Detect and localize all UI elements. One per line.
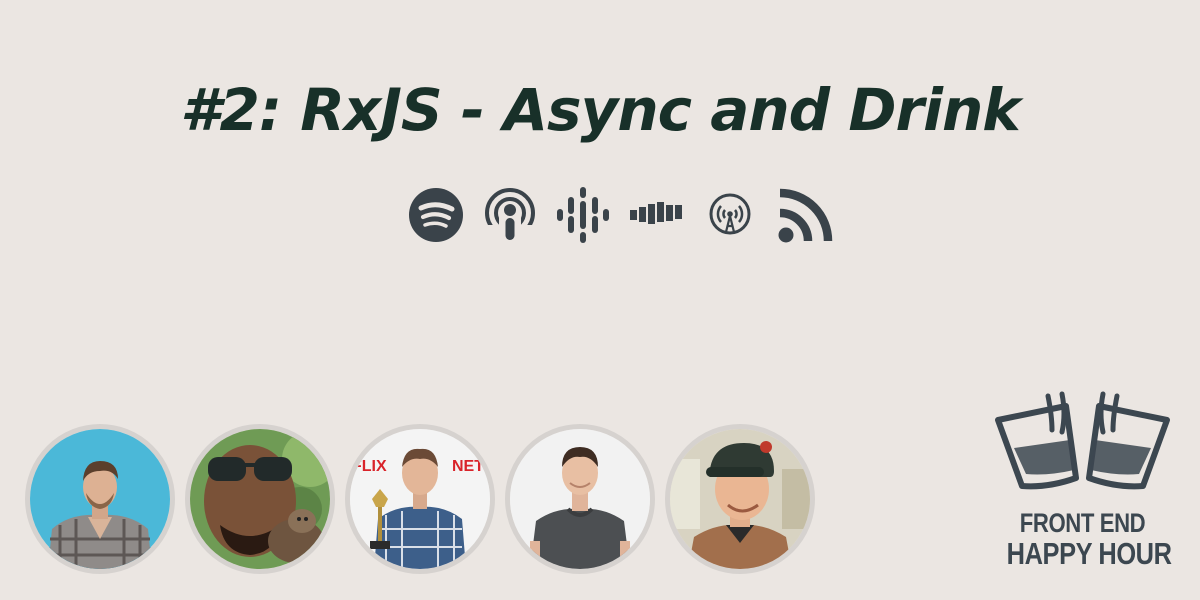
overcast-icon <box>709 193 751 235</box>
platform-links <box>405 184 845 246</box>
panelists: FLIX NETF <box>25 424 825 574</box>
apple-podcasts-link[interactable] <box>483 187 537 247</box>
panelist-avatar: FLIX NETF <box>345 424 495 574</box>
google-podcasts-icon <box>557 187 609 243</box>
spotify-icon <box>409 188 463 242</box>
logo-text-line1: FRONT END <box>1019 508 1146 538</box>
episode-title: #2: RxJS - Async and Drink <box>180 76 1021 144</box>
castbox-link[interactable] <box>629 200 687 232</box>
panelist-avatar <box>25 424 175 574</box>
logo-text-line2: HAPPY HOUR <box>1006 536 1172 571</box>
rss-icon <box>778 188 833 243</box>
overcast-link[interactable] <box>708 192 752 240</box>
svg-text:FLIX: FLIX <box>352 458 387 475</box>
svg-text:NETF: NETF <box>452 458 490 475</box>
panelist-avatar <box>505 424 655 574</box>
apple-podcasts-icon <box>485 188 535 241</box>
rss-link[interactable] <box>778 187 834 247</box>
google-podcasts-link[interactable] <box>555 186 611 248</box>
front-end-happy-hour-logo: FRONT END HAPPY HOUR <box>990 390 1175 580</box>
castbox-icon <box>630 202 682 224</box>
panelist-avatar <box>185 424 335 574</box>
spotify-link[interactable] <box>408 187 464 247</box>
glasses-logo-icon <box>995 391 1170 490</box>
panelist-avatar <box>665 424 815 574</box>
